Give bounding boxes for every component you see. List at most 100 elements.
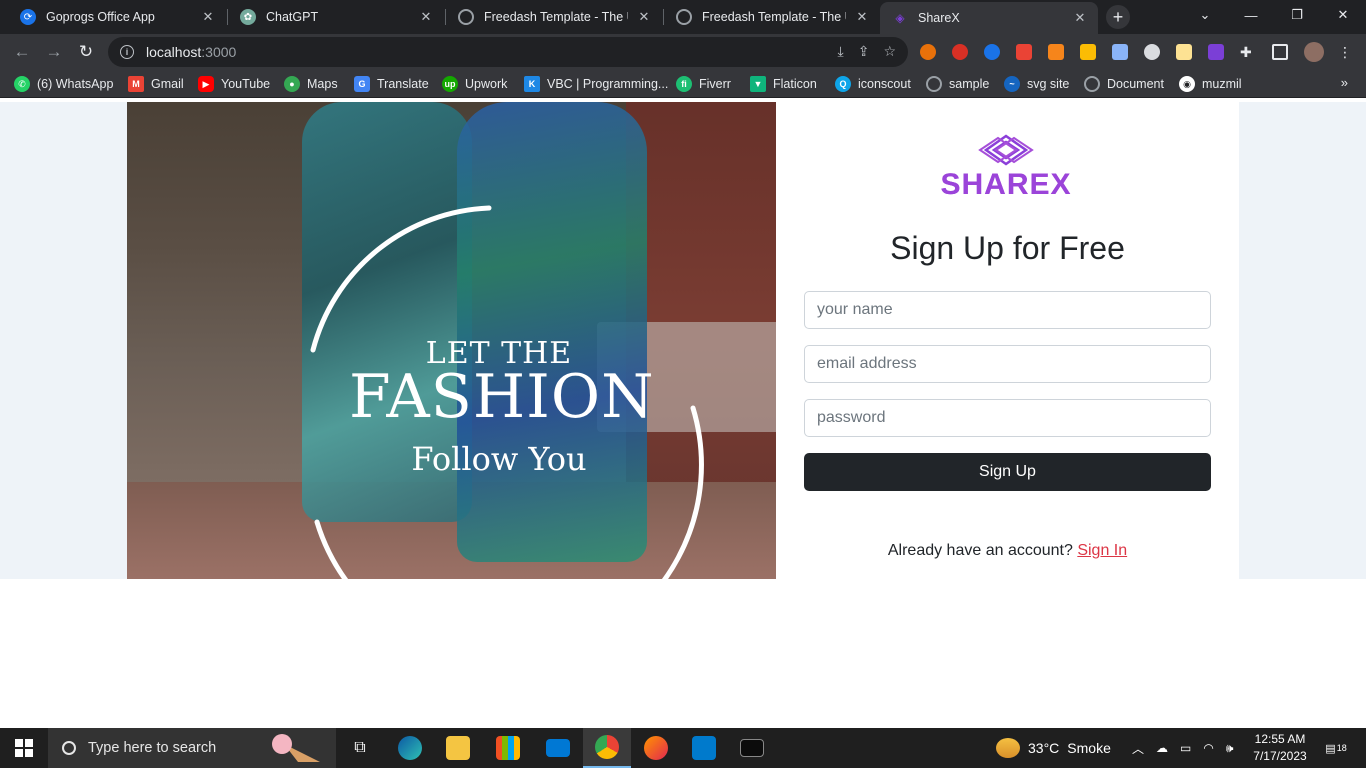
taskbar-vscode[interactable] (680, 728, 728, 768)
bookmark-label: iconscout (858, 77, 911, 91)
adblock-extension-icon[interactable] (952, 44, 968, 60)
bookmark-label: svg site (1027, 77, 1070, 91)
bookmark-svg-site[interactable]: ~ svg site (1004, 75, 1069, 93)
bookmark-document[interactable]: Document (1084, 75, 1164, 93)
new-tab-button[interactable]: + (1106, 5, 1130, 29)
share-icon[interactable]: ⇪ (858, 43, 870, 60)
restore-button[interactable]: ❐ (1274, 0, 1320, 30)
goprogs-favicon-icon: ⟳ (20, 9, 36, 25)
bookmark-label: Translate (377, 77, 429, 91)
pencil-extension-icon[interactable] (1176, 44, 1192, 60)
menu-kebab-icon[interactable]: ⋮ (1338, 44, 1354, 60)
tab-chatgpt[interactable]: ✿ ChatGPT ✕ (228, 0, 444, 34)
weather-condition: Smoke (1067, 740, 1111, 756)
start-button[interactable] (0, 728, 48, 768)
bookmark-muzmil[interactable]: ◉ muzmil (1179, 75, 1242, 93)
battery-icon[interactable]: ▭ (1180, 741, 1191, 755)
close-tab-icon[interactable]: ✕ (1072, 10, 1088, 26)
firefox-extension-icon[interactable] (920, 44, 936, 60)
temperature: 33°C (1028, 740, 1060, 756)
sign-up-button[interactable]: Sign Up (804, 453, 1211, 491)
taskbar-store[interactable] (484, 728, 532, 768)
tab-title: Goprogs Office App (46, 10, 155, 24)
bookmark-label: Document (1107, 77, 1164, 91)
taskbar-mail[interactable] (534, 728, 582, 768)
profile-avatar[interactable] (1304, 42, 1324, 62)
yellow-extension-icon[interactable] (1080, 44, 1096, 60)
search-placeholder: Type here to search (88, 740, 217, 756)
sharex-diamond-icon (978, 134, 1034, 166)
red-extension-icon[interactable] (1016, 44, 1032, 60)
taskbar-firefox[interactable] (632, 728, 680, 768)
bookmark-youtube[interactable]: ▶ YouTube (198, 75, 270, 93)
tab-goprogs[interactable]: ⟳ Goprogs Office App ✕ (8, 0, 226, 34)
bookmark-upwork[interactable]: up Upwork (442, 75, 507, 93)
email-field[interactable] (804, 345, 1211, 383)
bookmark-sample[interactable]: sample (926, 75, 989, 93)
more-bookmarks-icon[interactable]: » (1341, 75, 1348, 90)
blue-extension-icon[interactable] (984, 44, 1000, 60)
search-icon (62, 741, 76, 755)
url-host: localhost (146, 44, 202, 60)
volume-icon[interactable]: 🕪 (1226, 741, 1234, 756)
sign-in-link[interactable]: Sign In (1077, 542, 1127, 559)
bookmark-translate[interactable]: G Translate (354, 75, 429, 93)
close-window-button[interactable]: ✕ (1320, 0, 1366, 30)
site-info-icon[interactable]: i (120, 45, 134, 59)
weather-widget[interactable]: 33°C Smoke (996, 728, 1111, 768)
taskbar-file-explorer[interactable] (434, 728, 482, 768)
onedrive-cloud-icon[interactable]: ☁ (1156, 741, 1168, 755)
bookmark-star-icon[interactable]: ☆ (883, 43, 896, 60)
bookmark-iconscout[interactable]: Qiconscout (835, 75, 911, 93)
tab-sharex[interactable]: ◈ ShareX ✕ (880, 2, 1098, 34)
taskbar-clock[interactable]: 12:55 AM 7/17/2023 (1248, 731, 1312, 765)
close-tab-icon[interactable]: ✕ (854, 9, 870, 25)
flaticon-icon: ▼ (750, 76, 766, 92)
bookmark-label: sample (949, 77, 990, 91)
wifi-icon[interactable]: ◠ (1203, 741, 1213, 755)
forward-arrow-icon[interactable]: → (42, 40, 66, 64)
sharex-favicon-icon: ◈ (895, 11, 905, 25)
tab-freedash-2[interactable]: Freedash Template - The Ultim ✕ (664, 0, 880, 34)
tab-freedash-1[interactable]: Freedash Template - The Ultim ✕ (446, 0, 662, 34)
clock-time: 12:55 AM (1254, 732, 1306, 746)
reload-icon[interactable]: ↻ (74, 40, 98, 64)
notification-center-button[interactable]: ▤ 18 (1322, 736, 1350, 760)
back-arrow-icon[interactable]: ← (10, 40, 34, 64)
show-hidden-icons-chevron-icon[interactable]: ︿ (1132, 740, 1144, 757)
task-view-button[interactable]: ⧉ (336, 728, 384, 768)
taskbar-chrome[interactable] (583, 728, 631, 768)
fashion-hero-image: LET THE FASHION Follow You (127, 102, 776, 579)
bulb-extension-icon[interactable] (1144, 44, 1160, 60)
bookmark-whatsapp[interactable]: ✆ (6) WhatsApp (14, 75, 113, 93)
name-field[interactable] (804, 291, 1211, 329)
puzzle-extensions-icon[interactable]: ✚ (1240, 44, 1256, 60)
tab-search-icon[interactable]: ⌄ (1182, 0, 1228, 30)
clock-date: 7/17/2023 (1253, 749, 1307, 763)
sharex-logo: SHAREX (936, 134, 1076, 201)
address-bar[interactable]: i localhost :3000 ⤓ ⇪ ☆ (108, 37, 908, 67)
metamask-extension-icon[interactable] (1048, 44, 1064, 60)
taskbar-edge[interactable] (386, 728, 434, 768)
bookmark-flaticon[interactable]: ▼ Flaticon (750, 75, 817, 93)
url-port: :3000 (201, 44, 237, 60)
close-tab-icon[interactable]: ✕ (418, 9, 434, 25)
side-panel-icon[interactable] (1272, 44, 1288, 60)
install-icon[interactable]: ⤓ (838, 43, 844, 60)
password-field[interactable] (804, 399, 1211, 437)
weather-sun-icon (996, 738, 1020, 758)
bookmark-fiverr[interactable]: fi Fiverr (676, 75, 731, 93)
bookmark-maps[interactable]: ● Maps (284, 75, 338, 93)
close-tab-icon[interactable]: ✕ (200, 9, 216, 25)
hero-line-follow-you: Follow You (411, 440, 587, 478)
taskbar-terminal[interactable] (728, 728, 776, 768)
folder-icon (446, 736, 470, 760)
minimize-button[interactable]: — (1228, 0, 1274, 30)
close-tab-icon[interactable]: ✕ (636, 9, 652, 25)
bookmark-vbc[interactable]: K VBC | Programming... (524, 75, 668, 93)
taskbar-search-box[interactable]: Type here to search (48, 728, 336, 768)
pen-extension-icon[interactable] (1112, 44, 1128, 60)
purple-extension-icon[interactable] (1208, 44, 1224, 60)
youtube-icon: ▶ (198, 76, 214, 92)
bookmark-gmail[interactable]: M Gmail (128, 75, 184, 93)
